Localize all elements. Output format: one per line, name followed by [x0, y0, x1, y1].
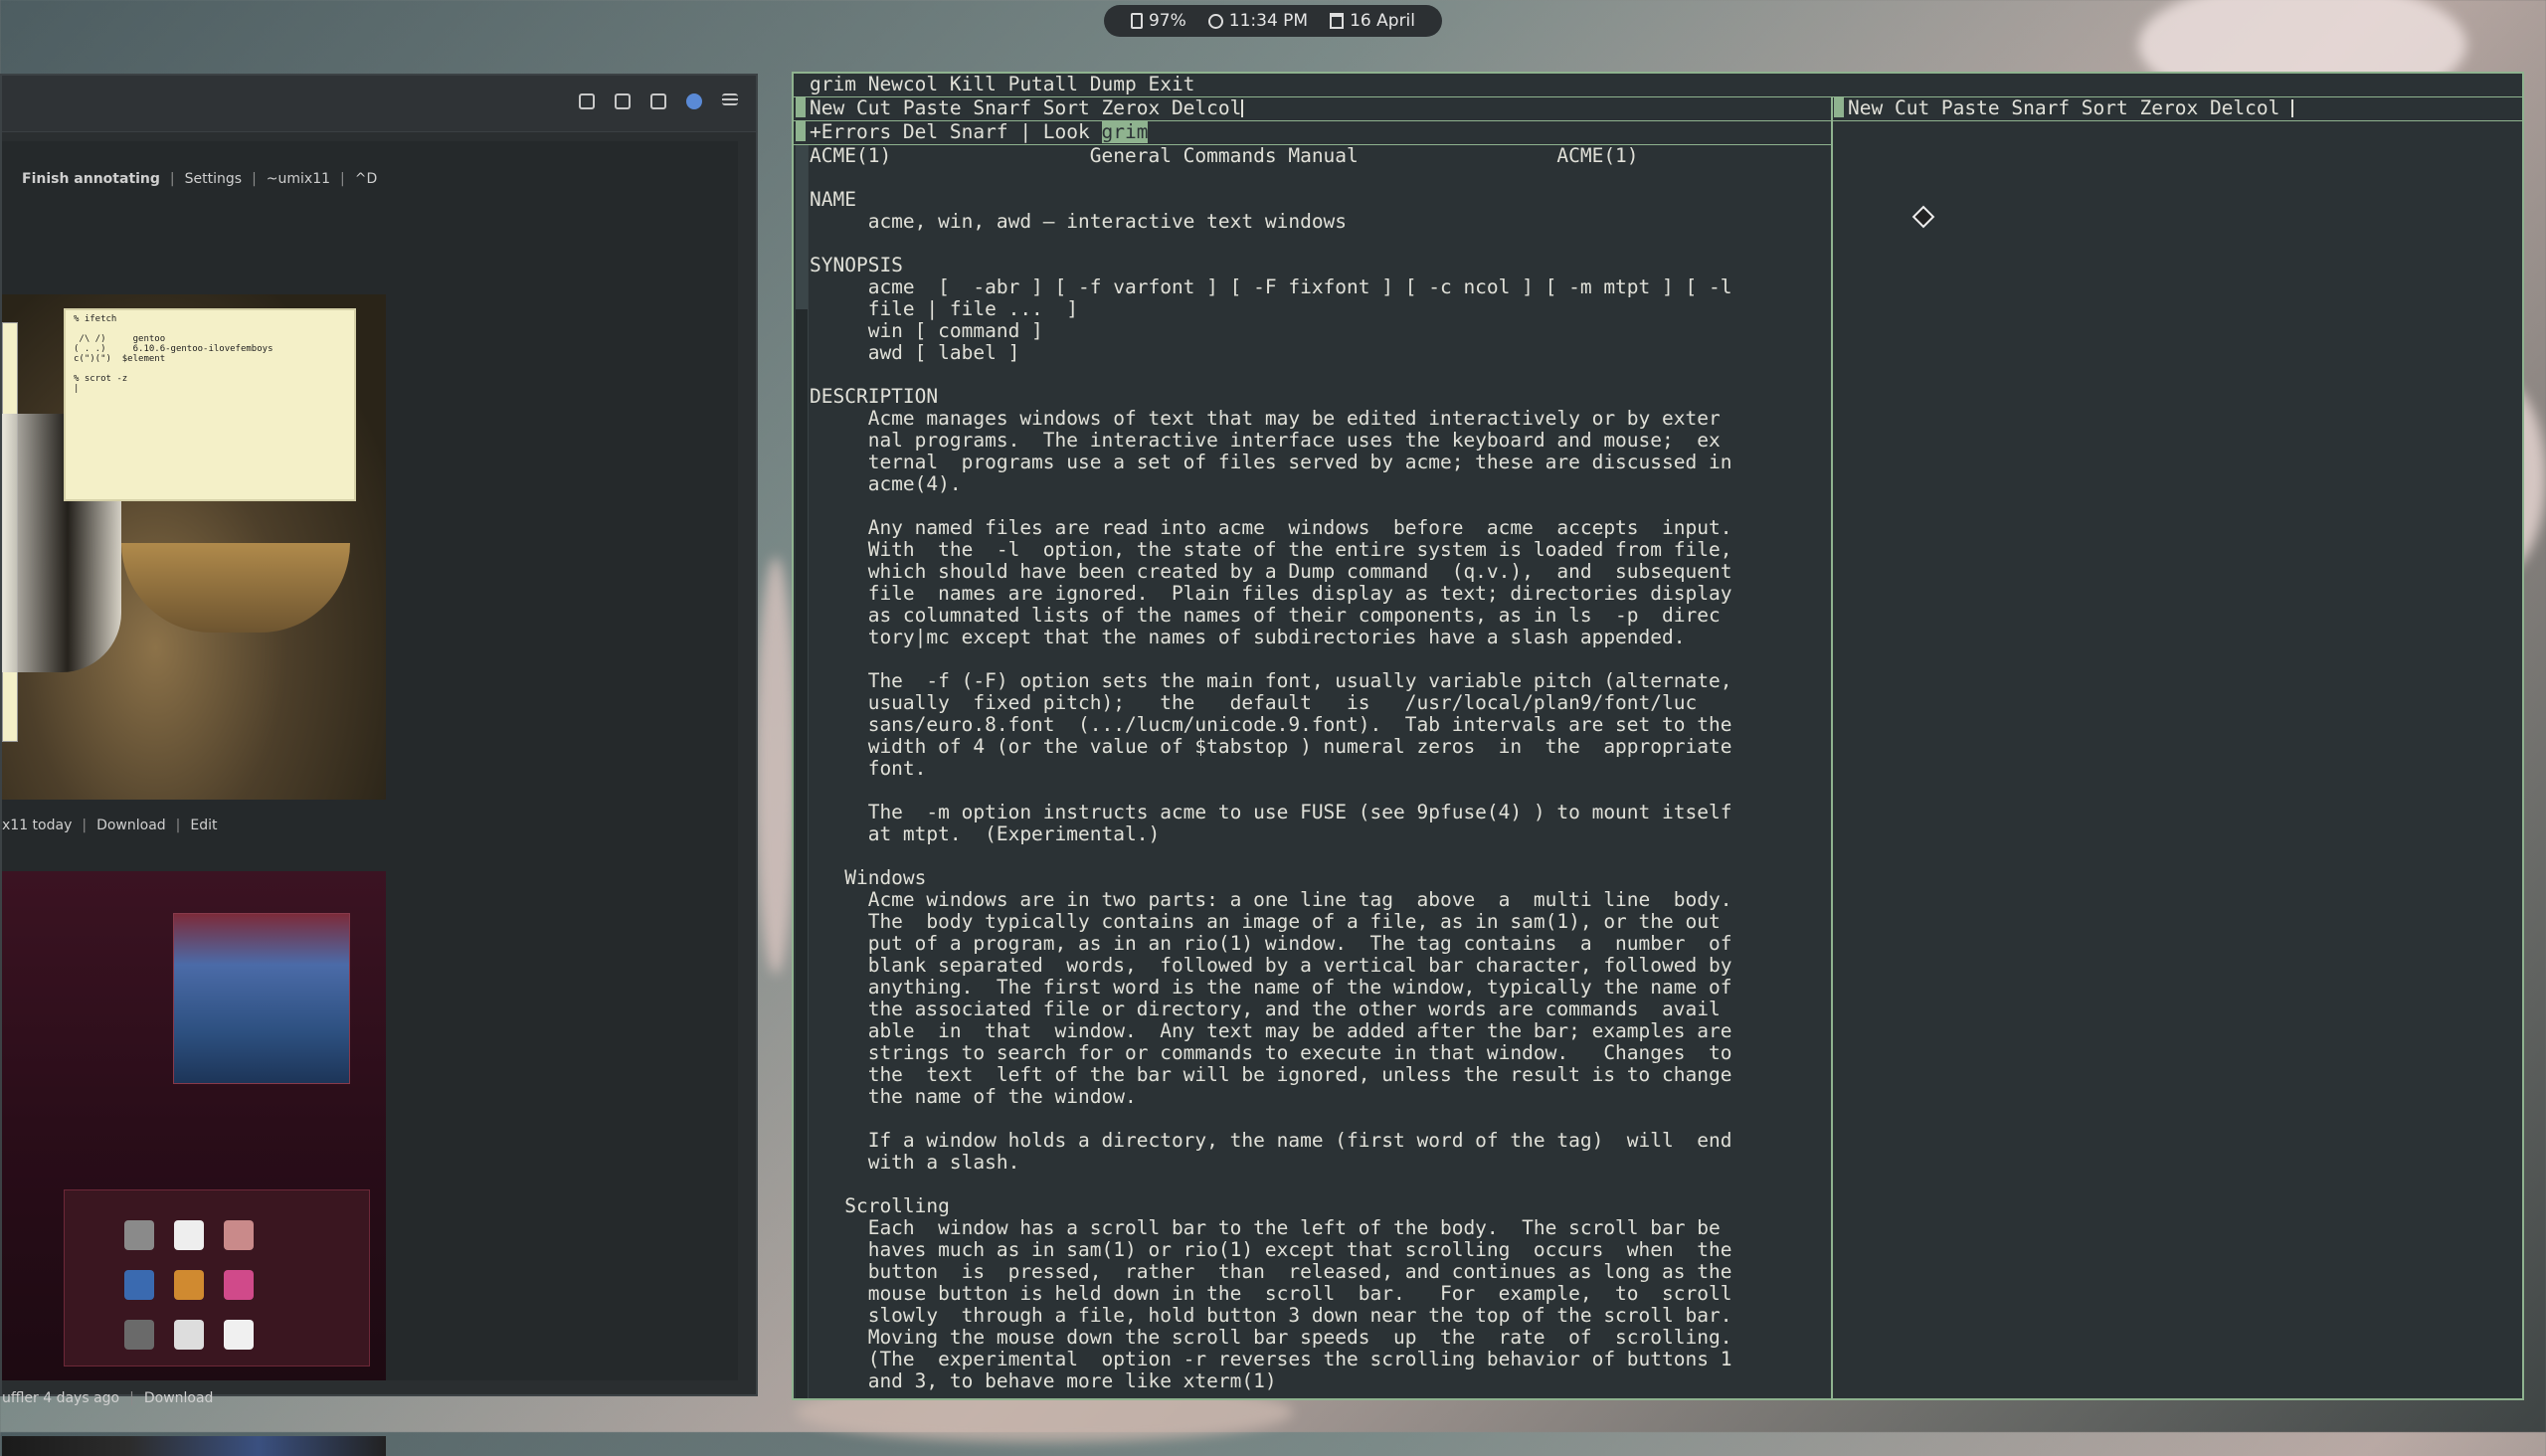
- file-tile: [224, 1270, 254, 1300]
- archive-icon[interactable]: [615, 93, 631, 109]
- painting-bowl: [121, 543, 350, 633]
- calendar-icon: [1330, 13, 1345, 29]
- mouse-cursor-icon: [1911, 205, 1935, 229]
- selected-text[interactable]: grim: [1101, 120, 1149, 143]
- post-actions: Finish annotating | Settings | ~umix11 | ^D: [22, 171, 378, 187]
- window-handle[interactable]: [796, 121, 806, 141]
- column-1-tag[interactable]: New Cut Paste Snarf Sort Zerox Delcol: [810, 97, 1824, 119]
- feed: Finish annotating | Settings | ~umix11 | ^D % …: [2, 141, 738, 1456]
- post-screenshot-1[interactable]: % ifetch /\ /) gentoo ( . .) 6.10.6-gent…: [2, 294, 386, 800]
- download-link[interactable]: Download: [144, 1390, 214, 1406]
- screenshot-file-manager: [64, 1189, 370, 1366]
- date-indicator: 16 April: [1330, 11, 1415, 31]
- text-cursor: [1241, 99, 1244, 117]
- finish-annotating-link[interactable]: Finish annotating: [22, 171, 160, 187]
- scroll-thumb[interactable]: [796, 145, 808, 309]
- file-tile: [224, 1320, 254, 1350]
- post-screenshot-2[interactable]: [2, 871, 386, 1380]
- post-time: x11 today: [2, 818, 73, 833]
- scroll-bar[interactable]: [796, 145, 809, 1398]
- column-handle[interactable]: [1834, 97, 1844, 117]
- column-2-tag-text[interactable]: New Cut Paste Snarf Sort Zerox Delcol: [1848, 96, 2279, 119]
- main-tag[interactable]: grim Newcol Kill Putall Dump Exit: [810, 74, 2520, 95]
- file-tile: [174, 1270, 204, 1300]
- user-link[interactable]: ~umix11: [267, 171, 330, 187]
- post-footer-1: x11 today | Download | Edit: [2, 818, 218, 833]
- window-tag[interactable]: +Errors Del Snarf | Look grim: [810, 120, 1824, 143]
- file-tile: [174, 1320, 204, 1350]
- shortcut-label: ^D: [354, 171, 378, 187]
- clock-time: 11:34 PM: [1228, 11, 1309, 31]
- text-cursor: [2291, 99, 2294, 117]
- post-footer-2: uffler 4 days ago | Download: [2, 1390, 214, 1406]
- status-bar: 97% 11:34 PM 16 April: [1104, 5, 1442, 37]
- settings-link[interactable]: Settings: [185, 171, 242, 187]
- file-tile: [124, 1320, 154, 1350]
- battery-icon: [1130, 13, 1143, 29]
- file-tile: [124, 1220, 154, 1250]
- column-handle[interactable]: [796, 97, 806, 117]
- extension-icon[interactable]: [686, 93, 702, 109]
- download-link[interactable]: Download: [96, 818, 166, 833]
- window-tag-commands[interactable]: +Errors Del Snarf | Look: [810, 120, 1102, 143]
- battery-indicator: 97%: [1130, 11, 1186, 31]
- clock-indicator: 11:34 PM: [1207, 11, 1309, 31]
- screenshot-wallpaper-window: [173, 913, 350, 1084]
- menu-icon[interactable]: [722, 93, 738, 105]
- file-tile: [174, 1220, 204, 1250]
- date-text: 16 April: [1350, 11, 1416, 31]
- window-body[interactable]: ACME(1) General Commands Manual ACME(1) …: [810, 145, 1828, 1392]
- share-icon[interactable]: [579, 93, 595, 109]
- edit-link[interactable]: Edit: [190, 818, 217, 833]
- column-1-tag-text[interactable]: New Cut Paste Snarf Sort Zerox Delcol: [810, 96, 1241, 119]
- file-tile: [124, 1270, 154, 1300]
- file-tile: [224, 1220, 254, 1250]
- post-screenshot-3[interactable]: [2, 1436, 386, 1456]
- wallpaper-blossom: [756, 557, 796, 975]
- post-time: uffler 4 days ago: [2, 1390, 120, 1406]
- screenshot-terminal: % ifetch /\ /) gentoo ( . .) 6.10.6-gent…: [64, 308, 356, 501]
- battery-level: 97%: [1148, 11, 1186, 31]
- acme-editor: grim Newcol Kill Putall Dump Exit New Cu…: [792, 72, 2524, 1400]
- browser-toolbar: [2, 76, 756, 132]
- column-2-tag[interactable]: New Cut Paste Snarf Sort Zerox Delcol: [1848, 97, 2504, 119]
- column-separator[interactable]: [1831, 97, 1833, 1398]
- screen-icon[interactable]: [650, 93, 666, 109]
- browser-window: Finish annotating | Settings | ~umix11 | ^D % …: [0, 74, 758, 1456]
- clock-icon: [1207, 13, 1223, 29]
